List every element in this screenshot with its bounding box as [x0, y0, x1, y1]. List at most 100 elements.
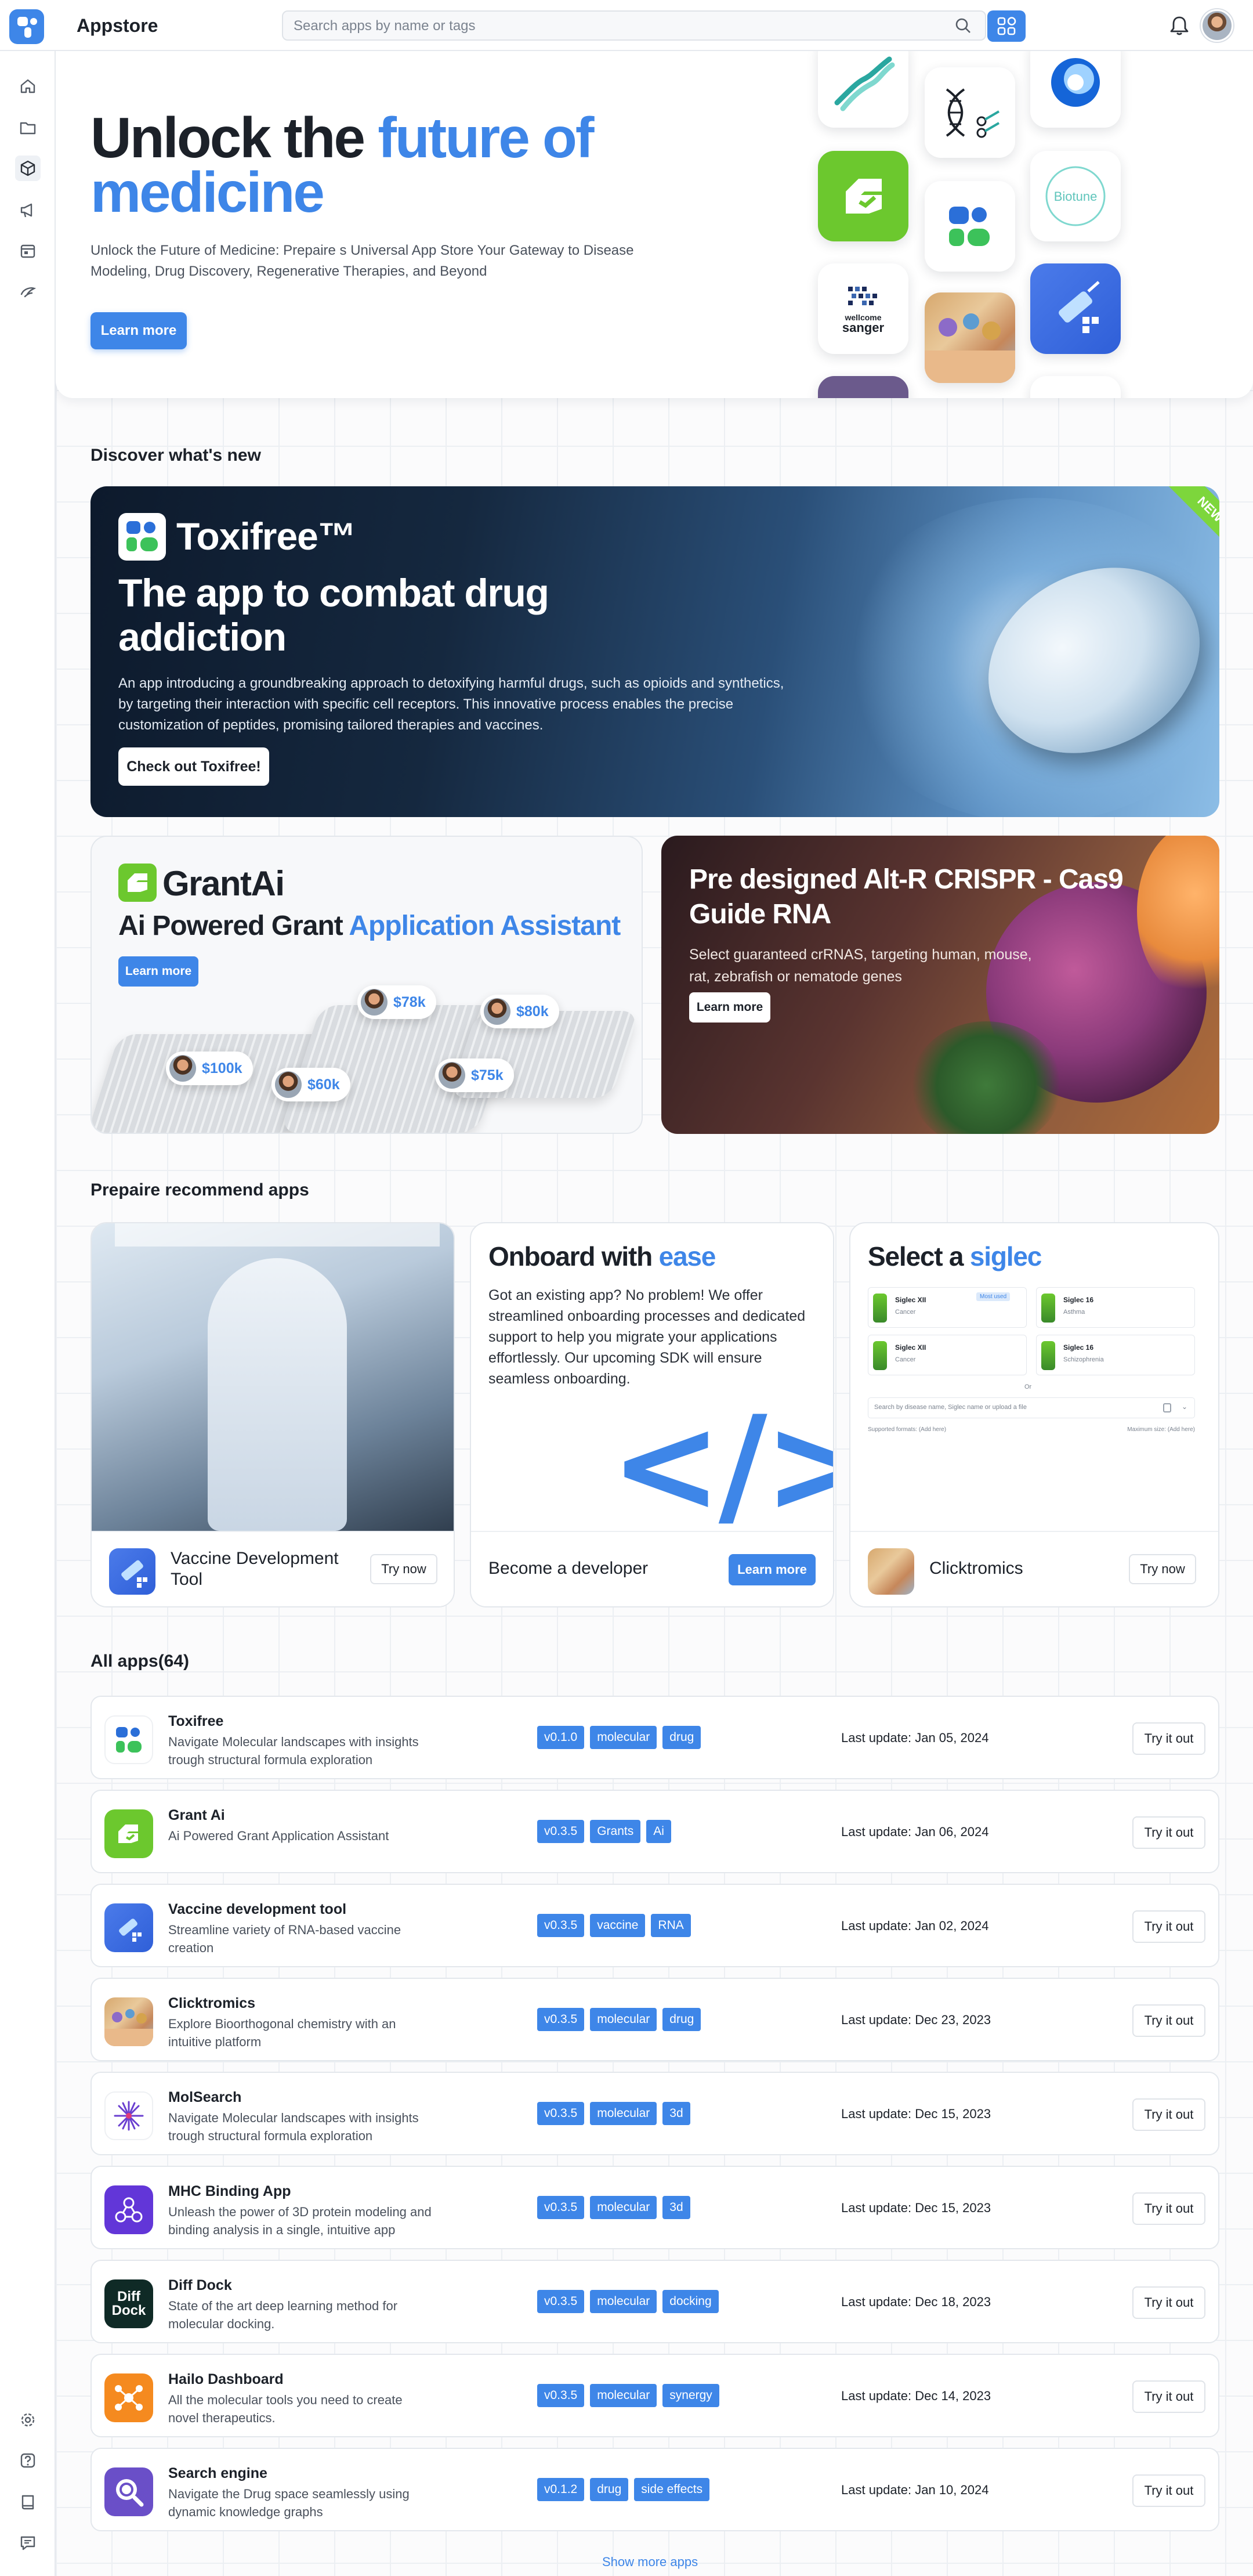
tile-partial-left[interactable]: [818, 376, 908, 398]
category-tag[interactable]: Grants: [590, 1820, 641, 1843]
tile-biotune[interactable]: Biotune: [1030, 151, 1121, 241]
version-tag[interactable]: v0.3.5: [537, 2290, 585, 2313]
siglec-mini-item[interactable]: Siglec 16 Asthma: [1036, 1287, 1195, 1328]
app-row-mhc-binding[interactable]: MHC Binding App Unleash the power of 3D …: [90, 2166, 1219, 2249]
siglec-mini-item[interactable]: Siglec XII Cancer Most used: [868, 1287, 1027, 1328]
check-out-toxifree-button[interactable]: Check out Toxifree!: [118, 747, 269, 786]
rail-docs[interactable]: [15, 2490, 41, 2515]
try-it-out-button[interactable]: Try it out: [1132, 1722, 1205, 1755]
apps-grid-button[interactable]: [987, 10, 1026, 42]
try-it-out-button[interactable]: Try it out: [1132, 2286, 1205, 2319]
toxifree-banner[interactable]: NEW Toxifree™ The app to combat drug add…: [90, 486, 1219, 817]
version-tag[interactable]: v0.3.5: [537, 2102, 585, 2125]
category-tag[interactable]: docking: [662, 2290, 719, 2313]
tile-blue-swirl[interactable]: [1030, 51, 1121, 128]
category-tag[interactable]: molecular: [590, 2008, 657, 2031]
rail-announcements[interactable]: [15, 197, 41, 223]
siglec-mini-search[interactable]: Search by disease name, Siglec name or u…: [868, 1397, 1195, 1418]
app-row-search-engine[interactable]: Search engine Navigate the Drug space se…: [90, 2448, 1219, 2531]
category-tag[interactable]: 3d: [662, 2102, 690, 2125]
rail-folders[interactable]: [15, 115, 41, 140]
search-icon[interactable]: [955, 17, 971, 34]
app-row-grantai[interactable]: Grant Ai Ai Powered Grant Application As…: [90, 1790, 1219, 1873]
onboard-learn-more-button[interactable]: Learn more: [729, 1554, 816, 1585]
try-it-out-button[interactable]: Try it out: [1132, 2098, 1205, 2131]
tile-grantai[interactable]: [818, 151, 908, 241]
rail-settings[interactable]: [15, 2407, 41, 2433]
tile-toxifree[interactable]: [925, 181, 1015, 272]
salary-chip: $60k: [271, 1068, 350, 1101]
diffdock-app-icon: Diff Dock: [104, 2279, 153, 2328]
clicktromics-try-now-button[interactable]: Try now: [1129, 1554, 1196, 1584]
rail-home[interactable]: [15, 73, 41, 99]
tile-partial-right[interactable]: [1030, 376, 1121, 398]
app-row-molsearch[interactable]: MolSearch Navigate Molecular landscapes …: [90, 2072, 1219, 2155]
rail-chat[interactable]: [15, 2530, 41, 2556]
try-it-out-button[interactable]: Try it out: [1132, 2380, 1205, 2413]
vaccine-rec-card[interactable]: Vaccine Development Tool Try now: [90, 1222, 455, 1607]
category-tag[interactable]: molecular: [590, 2290, 657, 2313]
rail-apps[interactable]: [15, 156, 41, 181]
version-tag[interactable]: v0.3.5: [537, 1820, 585, 1843]
category-tag[interactable]: drug: [662, 2008, 701, 2031]
rail-help[interactable]: [15, 2448, 41, 2473]
app-description: Navigate Molecular landscapes with insig…: [168, 2111, 419, 2143]
category-tag[interactable]: 3d: [662, 2196, 690, 2219]
vaccine-try-now-button[interactable]: Try now: [370, 1554, 437, 1584]
appstore-logo[interactable]: [9, 9, 44, 44]
grantai-card[interactable]: GrantAi Ai Powered Grant Application Ass…: [90, 836, 643, 1134]
app-row-diffdock[interactable]: Diff Dock Diff Dock State of the art dee…: [90, 2260, 1219, 2343]
grantai-learn-more-button[interactable]: Learn more: [118, 956, 198, 987]
version-tag[interactable]: v0.3.5: [537, 2384, 585, 2407]
grantai-logo-icon: [128, 873, 147, 892]
tile-sanger[interactable]: wellcome sanger: [818, 263, 908, 354]
siglec-mini-item[interactable]: Siglec XII Cancer: [868, 1335, 1027, 1375]
try-it-out-button[interactable]: Try it out: [1132, 2192, 1205, 2225]
version-tag[interactable]: v0.3.5: [537, 2196, 585, 2219]
app-row-clicktromics[interactable]: Clicktromics Explore Bioorthogonal chemi…: [90, 1978, 1219, 2061]
category-tag[interactable]: molecular: [590, 2102, 657, 2125]
show-more-apps-link[interactable]: Show more apps: [602, 2555, 698, 2570]
siglec-rec-card[interactable]: Select a siglec Siglec XII Cancer Most u…: [849, 1222, 1219, 1607]
category-tag[interactable]: RNA: [651, 1914, 691, 1937]
app-name: MolSearch: [168, 2089, 242, 2105]
siglec-mini-item[interactable]: Siglec 16 Schizophrenia: [1036, 1335, 1195, 1375]
vaccine-app-icon: [109, 1548, 155, 1595]
rail-grant[interactable]: [15, 280, 41, 305]
version-tag[interactable]: v0.3.5: [537, 2008, 585, 2031]
search-input[interactable]: [294, 16, 932, 36]
salary-value: $75k: [471, 1067, 504, 1083]
app-row-toxifree[interactable]: Toxifree Navigate Molecular landscapes w…: [90, 1696, 1219, 1779]
hero-learn-more-button[interactable]: Learn more: [90, 312, 187, 349]
category-tag[interactable]: drug: [590, 2478, 629, 2501]
search-bar[interactable]: [282, 10, 986, 41]
try-it-out-button[interactable]: Try it out: [1132, 1910, 1205, 1943]
category-tag[interactable]: side effects: [634, 2478, 710, 2501]
tile-dna-scissors[interactable]: [925, 67, 1015, 158]
try-it-out-button[interactable]: Try it out: [1132, 1816, 1205, 1849]
tile-vaccine[interactable]: [1030, 263, 1121, 354]
siglec-molecule-icon: [873, 1294, 887, 1323]
version-tag[interactable]: v0.1.2: [537, 2478, 585, 2501]
category-tag[interactable]: molecular: [590, 1726, 657, 1749]
category-tag[interactable]: molecular: [590, 2384, 657, 2407]
category-tag[interactable]: molecular: [590, 2196, 657, 2219]
app-row-vaccine[interactable]: Vaccine development tool Streamline vari…: [90, 1884, 1219, 1967]
crispr-learn-more-button[interactable]: Learn more: [689, 992, 770, 1023]
rail-calendar[interactable]: [15, 238, 41, 263]
app-row-hailo[interactable]: Hailo Dashboard All the molecular tools …: [90, 2354, 1219, 2437]
onboard-rec-card[interactable]: Onboard with ease Got an existing app? N…: [470, 1222, 834, 1607]
category-tag[interactable]: Ai: [646, 1820, 671, 1843]
version-tag[interactable]: v0.3.5: [537, 1914, 585, 1937]
tile-dna-helix[interactable]: [818, 51, 908, 128]
category-tag[interactable]: vaccine: [590, 1914, 646, 1937]
try-it-out-button[interactable]: Try it out: [1132, 2004, 1205, 2037]
category-tag[interactable]: drug: [662, 1726, 701, 1749]
category-tag[interactable]: synergy: [662, 2384, 719, 2407]
version-tag[interactable]: v0.1.0: [537, 1726, 585, 1749]
bell-icon[interactable]: [1169, 15, 1189, 36]
try-it-out-button[interactable]: Try it out: [1132, 2474, 1205, 2507]
user-avatar[interactable]: [1201, 9, 1233, 42]
tile-clicktromics[interactable]: [925, 292, 1015, 383]
crispr-card[interactable]: Pre designed Alt-R CRISPR - Cas9 Guide R…: [661, 836, 1219, 1134]
